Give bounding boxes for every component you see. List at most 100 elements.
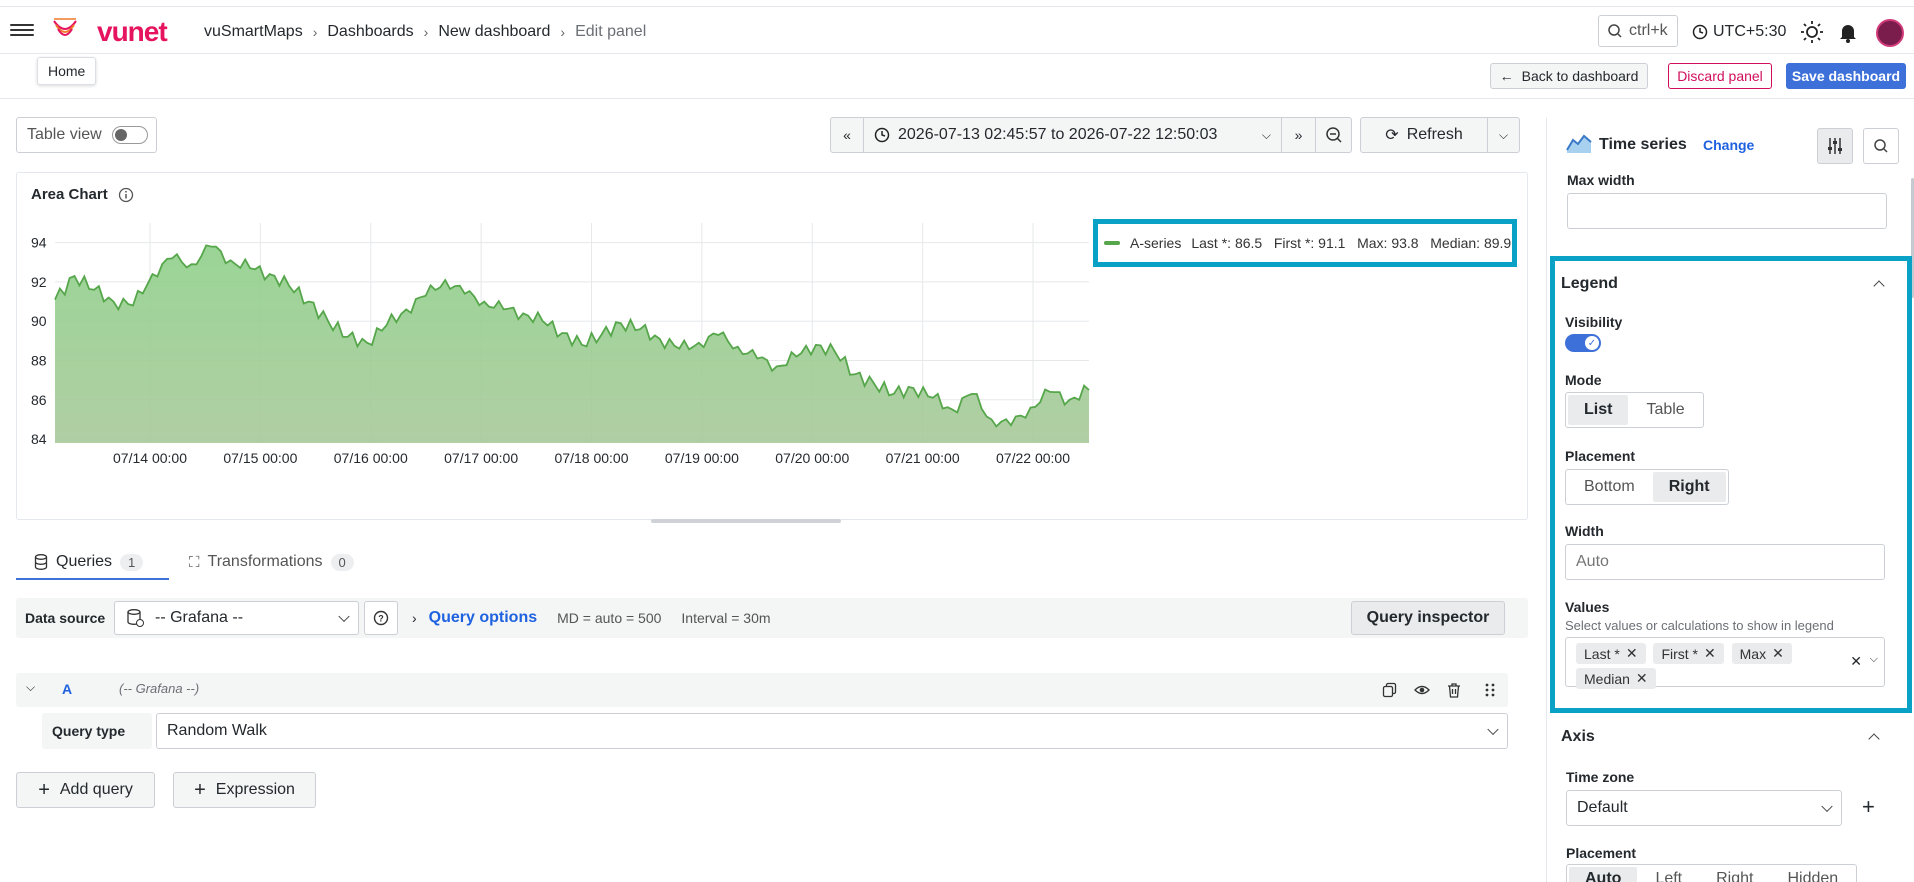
breadcrumb-new-dashboard[interactable]: New dashboard [438, 23, 550, 41]
legend-visibility-switch[interactable]: ✓ [1565, 334, 1601, 352]
legend-mode-label: Mode [1565, 372, 1602, 388]
legend-options-section: Legend Visibility ✓ Mode List Table Plac… [1550, 256, 1912, 713]
search-button[interactable]: ctrl+k [1598, 15, 1678, 47]
user-avatar[interactable] [1876, 19, 1904, 47]
breadcrumb-vusmartmaps[interactable]: vuSmartMaps [204, 23, 303, 41]
x-tick-label: 07/14 00:00 [113, 450, 187, 466]
chart-scrollbar[interactable] [651, 519, 841, 523]
value-chip-label: Max [1739, 645, 1767, 662]
add-query-button[interactable]: + Add query [16, 772, 155, 808]
legend-visibility-label: Visibility [1565, 314, 1623, 330]
toggle-visibility-eye-icon[interactable] [1414, 682, 1430, 698]
table-view-label: Table view [27, 126, 102, 143]
save-dashboard-button[interactable]: Save dashboard [1786, 63, 1906, 89]
brand-name: vunet [97, 16, 168, 47]
legend-mode-list[interactable]: List [1568, 395, 1629, 425]
theme-sun-icon[interactable] [1800, 20, 1824, 44]
panel-title-row: Area Chart [31, 186, 134, 203]
add-timezone-plus-icon[interactable]: + [1862, 794, 1875, 820]
refresh-button[interactable]: ⟳ Refresh [1360, 117, 1488, 153]
query-options-toggle[interactable]: › Query options MD = auto = 500 Interval… [404, 598, 771, 638]
axis-placement-right[interactable]: Right [1700, 867, 1769, 882]
viz-type-label: Time series [1599, 136, 1687, 153]
y-tick-label: 94 [31, 235, 47, 251]
collapse-chevron-icon[interactable]: ⌵ [26, 680, 35, 695]
axis-placement-auto[interactable]: Auto [1569, 867, 1638, 882]
legend-width-label: Width [1565, 523, 1604, 539]
refresh-icon: ⟳ [1385, 127, 1399, 144]
legend-values-multiselect[interactable]: Last * ✕ First * ✕ Max ✕ Median ✕ ✕ ⌵ [1565, 637, 1885, 689]
search-shortcut: ctrl+k [1629, 22, 1668, 39]
query-type-select[interactable]: Random Walk [156, 713, 1508, 749]
options-toggle-button[interactable] [1817, 128, 1853, 164]
add-expression-button[interactable]: + Expression [173, 772, 316, 808]
remove-chip-icon[interactable]: ✕ [1636, 670, 1648, 687]
query-options-label: Query options [428, 609, 538, 626]
axis-timezone-value: Default [1577, 799, 1628, 816]
remove-chip-icon[interactable]: ✕ [1626, 645, 1638, 662]
timezone-display[interactable]: UTC+5:30 [1692, 23, 1786, 41]
legend-placement-bottom[interactable]: Bottom [1568, 472, 1651, 502]
query-inspector-button[interactable]: Query inspector [1351, 601, 1505, 635]
datasource-select[interactable]: -- Grafana -- [114, 601, 359, 635]
legend-mode-table[interactable]: Table [1630, 395, 1700, 425]
datasource-label: Data source [25, 610, 106, 626]
chevron-down-icon [1821, 800, 1833, 813]
menu-icon[interactable] [10, 21, 34, 41]
value-chip-label: First * [1661, 645, 1698, 662]
axis-placement-left[interactable]: Left [1639, 867, 1698, 882]
time-range-picker[interactable]: 2026-07-13 02:45:57 to 2026-07-22 12:50:… [864, 117, 1282, 153]
time-shift-forward-button[interactable]: » [1282, 117, 1316, 153]
legend-series-name[interactable]: A-series [1130, 235, 1181, 251]
table-view-toggle[interactable]: Table view [16, 117, 157, 153]
chevron-down-icon [338, 610, 350, 623]
chevron-right-icon: › [412, 610, 417, 626]
add-expression-label: Expression [215, 781, 295, 798]
x-tick-label: 07/16 00:00 [334, 450, 408, 466]
delete-trash-icon[interactable] [1446, 682, 1462, 698]
max-width-input[interactable] [1567, 193, 1887, 229]
legend-section-title[interactable]: Legend [1561, 275, 1618, 293]
axis-placement-hidden[interactable]: Hidden [1771, 867, 1854, 882]
discard-panel-button[interactable]: Discard panel [1668, 63, 1772, 89]
chevron-down-icon[interactable]: ⌵ [1870, 653, 1878, 666]
collapse-chevron-up-icon[interactable] [1873, 280, 1885, 292]
info-icon[interactable] [118, 187, 134, 203]
search-icon [1608, 24, 1622, 38]
time-range-text: 2026-07-13 02:45:57 to 2026-07-22 12:50:… [898, 126, 1218, 143]
refresh-interval-dropdown[interactable]: ⌵ [1488, 117, 1520, 153]
plus-icon: + [38, 778, 50, 801]
time-shift-back-button[interactable]: « [830, 117, 864, 153]
legend-placement-right[interactable]: Right [1652, 472, 1726, 502]
datasource-help-button[interactable]: ? [364, 601, 398, 635]
search-options-button[interactable] [1863, 128, 1899, 164]
clear-values-icon[interactable]: ✕ [1850, 653, 1862, 670]
duplicate-query-icon[interactable] [1382, 682, 1398, 698]
zoom-out-button[interactable] [1316, 117, 1352, 153]
axis-timezone-select[interactable]: Default [1566, 790, 1842, 826]
axis-timezone-label: Time zone [1566, 769, 1635, 785]
x-tick-label: 07/15 00:00 [223, 450, 297, 466]
chevron-down-icon: ⌵ [1261, 127, 1271, 142]
legend-width-input[interactable] [1565, 544, 1885, 580]
query-type-value: Random Walk [167, 722, 267, 739]
double-chevron-left-icon: « [843, 127, 851, 143]
y-tick-label: 86 [31, 392, 47, 408]
back-to-dashboard-label: Back to dashboard [1521, 68, 1639, 84]
tab-queries[interactable]: Queries 1 [34, 545, 144, 579]
change-viz-link[interactable]: Change [1703, 137, 1754, 153]
value-chip-median: Median ✕ [1576, 668, 1656, 689]
vunet-logo-icon[interactable] [52, 17, 78, 43]
tab-queries-label: Queries [56, 553, 113, 570]
drag-handle-icon[interactable] [1484, 682, 1496, 698]
query-ref-id[interactable]: A [62, 681, 72, 697]
back-to-dashboard-button[interactable]: ← Back to dashboard [1490, 63, 1648, 89]
remove-chip-icon[interactable]: ✕ [1772, 645, 1784, 662]
axis-section-title[interactable]: Axis [1561, 728, 1595, 746]
value-chip-label: Last * [1584, 645, 1620, 662]
breadcrumb-dashboards[interactable]: Dashboards [327, 23, 413, 41]
notifications-bell-icon[interactable] [1836, 20, 1860, 44]
tab-transformations[interactable]: ⛶ Transformations 0 [189, 545, 354, 579]
table-view-switch[interactable] [111, 126, 148, 144]
remove-chip-icon[interactable]: ✕ [1704, 645, 1716, 662]
